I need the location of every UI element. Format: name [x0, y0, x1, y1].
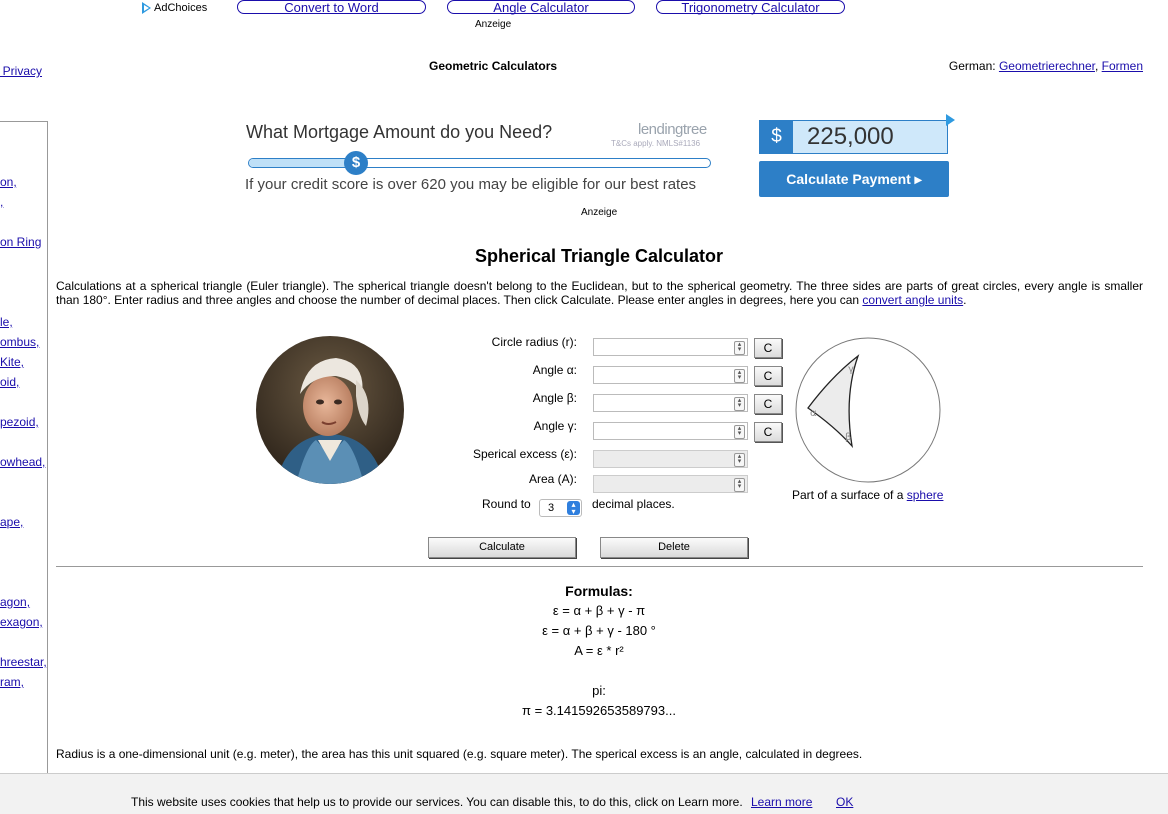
spinner-icon[interactable]: ▴ ▾: [734, 369, 745, 383]
ad-calculate-payment-button[interactable]: Calculate Payment ▸: [759, 161, 949, 197]
page-title: Spherical Triangle Calculator: [474, 246, 724, 266]
gamma-input[interactable]: ▴ ▾: [593, 422, 748, 440]
alpha-label: Angle α:: [532, 363, 577, 377]
ad-link-trigonometry-calculator[interactable]: Trigonometry Calculator: [656, 0, 845, 14]
gamma-label: Angle γ:: [533, 419, 577, 433]
sidebar-link[interactable]: le,: [0, 315, 13, 329]
sidebar-link[interactable]: on,: [0, 175, 17, 189]
clear-beta-button[interactable]: C: [754, 394, 782, 414]
pi-value: π = 3.141592653589793...: [522, 703, 676, 718]
select-arrows-icon: ▴ ▾: [567, 501, 580, 516]
ad-currency-symbol: $: [760, 121, 793, 153]
decimal-places-label: decimal places.: [592, 497, 675, 511]
convert-angle-units-link[interactable]: convert angle units: [862, 293, 963, 307]
alpha-input[interactable]: ▴ ▾: [593, 366, 748, 384]
beta-input[interactable]: ▴ ▾: [593, 394, 748, 412]
diagram-caption-text: Part of a surface of a: [792, 488, 907, 502]
spinner-icon[interactable]: ▴ ▾: [734, 397, 745, 411]
adchoices-link[interactable]: AdChoices: [142, 2, 207, 14]
pi-label: pi:: [592, 683, 606, 698]
spherical-triangle-diagram: α β γ: [795, 337, 941, 483]
adchoices-icon: [142, 2, 151, 14]
ad-brand-logo: lendingtree: [638, 121, 707, 138]
beta-vertex-label: β: [845, 432, 851, 443]
beta-label: Angle β:: [532, 391, 577, 405]
gamma-vertex-label: γ: [848, 364, 854, 375]
diagram-caption: Part of a surface of a sphere: [792, 488, 943, 502]
sphere-link[interactable]: sphere: [907, 488, 944, 502]
units-note: Radius is a one-dimensional unit (e.g. m…: [56, 747, 863, 761]
ad-slider-track[interactable]: [248, 158, 711, 168]
delete-button[interactable]: Delete: [600, 537, 748, 558]
sidebar-link[interactable]: pezoid,: [0, 415, 39, 429]
ad-terms: T&Cs apply. NMLS#1136: [611, 139, 701, 148]
spinner-icon: ▴ ▾: [734, 453, 745, 467]
spinner-icon[interactable]: ▴ ▾: [734, 425, 745, 439]
ad-slider-handle[interactable]: $: [344, 151, 368, 175]
sidebar-link[interactable]: ombus,: [0, 335, 39, 349]
cookie-banner: This website uses cookies that help us t…: [0, 773, 1168, 814]
ad-amount-value: 225,000: [807, 123, 894, 150]
portrait-image: [256, 336, 404, 484]
intro-text: Calculations at a spherical triangle (Eu…: [56, 279, 1143, 307]
german-separator: ,: [1094, 59, 1102, 73]
radius-input[interactable]: ▴ ▾: [593, 338, 748, 356]
cookie-ok-link[interactable]: OK: [836, 795, 853, 809]
spinner-icon[interactable]: ▴ ▾: [734, 341, 745, 355]
clear-alpha-button[interactable]: C: [754, 366, 782, 386]
ad-question: What Mortgage Amount do you Need?: [246, 122, 553, 142]
privacy-link[interactable]: : Privacy: [0, 64, 42, 78]
decimal-places-select[interactable]: 3 ▴ ▾: [539, 499, 582, 517]
sidebar-link[interactable]: ape,: [0, 515, 23, 529]
formula-area: A = ε * r²: [574, 643, 624, 658]
formula-excess-rad: ε = α + β + γ - π: [552, 603, 646, 618]
calculate-button[interactable]: Calculate: [428, 537, 576, 558]
site-title: Geometric Calculators: [429, 59, 558, 73]
sidebar-link[interactable]: owhead,: [0, 455, 45, 469]
radius-label: Circle radius (r):: [491, 335, 577, 349]
ad-link-convert-to-word[interactable]: Convert to Word: [237, 0, 426, 14]
ad-label-mid: Anzeige: [581, 207, 618, 218]
ad-choices-icon[interactable]: [946, 114, 955, 126]
divider: [56, 566, 1143, 567]
intro-body: Calculations at a spherical triangle (Eu…: [56, 279, 1143, 307]
ad-link-angle-calculator[interactable]: Angle Calculator: [447, 0, 635, 14]
formulas-heading: Formulas:: [565, 583, 633, 599]
ad-label-top: Anzeige: [475, 19, 512, 30]
intro-end: .: [963, 293, 967, 307]
spinner-icon: ▴ ▾: [734, 478, 745, 492]
geometrierechner-link[interactable]: Geometrierechner: [999, 59, 1095, 73]
german-links: German: Geometrierechner, Formen: [949, 59, 1143, 73]
german-label: German:: [948, 59, 999, 73]
formen-link[interactable]: Formen: [1102, 59, 1143, 73]
formula-excess-deg: ε = α + β + γ - 180 °: [542, 623, 656, 638]
learn-more-link[interactable]: Learn more: [751, 795, 812, 809]
clear-gamma-button[interactable]: C: [754, 422, 782, 442]
sidebar-link[interactable]: ,: [0, 195, 3, 209]
adchoices-label: AdChoices: [154, 2, 208, 14]
ad-slider-fill: [249, 159, 356, 167]
ad-button-label: Calculate Payment: [786, 171, 911, 187]
alpha-vertex-label: α: [810, 408, 817, 419]
euler-portrait: [256, 336, 404, 484]
excess-label: Sperical excess (ε):: [472, 447, 577, 461]
play-arrow-icon: ▸: [914, 171, 922, 187]
excess-output: ▴ ▾: [593, 450, 748, 468]
decimal-places-value: 3: [548, 502, 555, 514]
ad-subtext: If your credit score is over 620 you may…: [245, 176, 697, 193]
clear-radius-button[interactable]: C: [754, 338, 782, 358]
cookie-text: This website uses cookies that help us t…: [131, 795, 743, 809]
area-label: Area (A):: [528, 472, 577, 486]
ad-amount-input[interactable]: $ 225,000: [759, 120, 948, 154]
area-output: ▴ ▾: [593, 475, 748, 493]
sidebar-link[interactable]: oid,: [0, 375, 19, 389]
round-label: Round to: [482, 497, 531, 511]
sidebar-link[interactable]: Kite,: [0, 355, 24, 369]
